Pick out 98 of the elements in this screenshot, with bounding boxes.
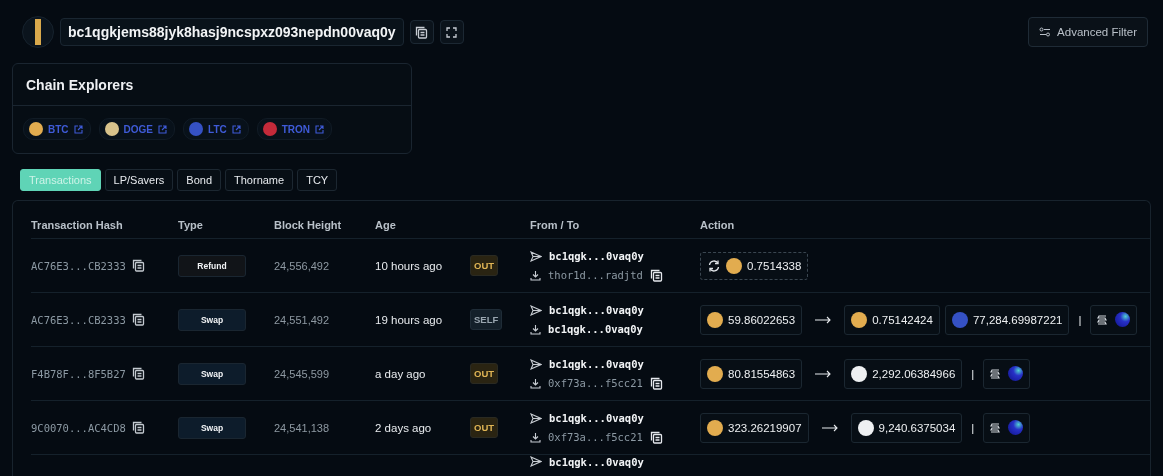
tab[interactable]: Thorname — [225, 169, 294, 191]
external-link-icon — [158, 124, 167, 134]
send-icon — [530, 412, 542, 424]
column-header: Age — [375, 219, 397, 231]
coin-icon — [707, 365, 723, 382]
separator-text: | — [970, 421, 976, 434]
copy-button[interactable] — [409, 20, 434, 44]
type-badge: Refund — [178, 254, 246, 277]
block-height[interactable]: 24,551,492 — [274, 313, 375, 326]
sliders-icon — [1039, 27, 1052, 37]
column-header: Block Height — [274, 219, 343, 231]
protocol-icon — [1097, 314, 1108, 325]
address-link[interactable]: thor1d...radjtd — [548, 269, 643, 281]
orb-icon — [1008, 366, 1024, 381]
external-link-icon — [231, 124, 241, 134]
wallet-address: bc1qgkjems88jyk8hasj9ncspxz093nepdn00vaq0y — [60, 18, 404, 46]
download-icon — [530, 377, 541, 389]
amount-text: 0.75142424 — [872, 313, 933, 326]
amount-text: 2,292.06384966 — [872, 367, 956, 380]
copy-icon[interactable] — [131, 259, 145, 272]
age-text: a day ago — [375, 367, 427, 380]
copy-icon[interactable] — [649, 376, 663, 390]
amount-text: 59.86022653 — [728, 313, 796, 326]
direction-badge: OUT — [470, 363, 499, 384]
coin-icon — [707, 311, 723, 328]
column-header: Action — [700, 219, 736, 231]
transaction-hash[interactable]: AC76E3...CB2333 — [31, 259, 126, 272]
coin-icon — [104, 122, 119, 136]
age-text: 10 hours ago — [375, 259, 444, 272]
copy-icon[interactable] — [649, 268, 663, 282]
advanced-filter-button[interactable]: Advanced Filter — [1028, 17, 1148, 47]
external-link-icon — [315, 124, 325, 134]
coin-icon — [29, 122, 43, 136]
type-badge: Swap — [178, 416, 246, 439]
download-icon — [530, 431, 541, 443]
coin-icon — [951, 311, 968, 328]
tab[interactable]: Bond — [177, 169, 221, 191]
separator-text: | — [970, 367, 976, 380]
address-link[interactable]: bc1qgk...0vaq0y — [549, 358, 644, 370]
copy-icon[interactable] — [649, 430, 663, 444]
column-header: From / To — [530, 219, 581, 231]
amount-text: 0.7514338 — [747, 259, 802, 272]
download-icon — [530, 323, 541, 335]
bar-icon — [35, 19, 41, 45]
copy-icon[interactable] — [415, 25, 429, 39]
address-link[interactable]: bc1qgk...0vaq0y — [549, 304, 644, 316]
block-height[interactable]: 24,545,599 — [274, 367, 375, 380]
coin-icon — [189, 122, 203, 136]
address-link[interactable]: 0xf73a...f5cc21 — [548, 431, 643, 443]
orb-icon — [1115, 312, 1131, 327]
type-badge: Swap — [178, 362, 246, 385]
amount-text: 323.26219907 — [728, 421, 802, 434]
download-icon — [530, 269, 541, 281]
direction-badge: OUT — [470, 417, 499, 438]
address-link[interactable]: bc1qgk...0vaq0y — [548, 323, 643, 335]
direction-badge: OUT — [470, 255, 499, 276]
coin-icon — [707, 419, 723, 436]
card-title: Chain Explorers — [13, 64, 411, 106]
age-text: 19 hours ago — [375, 313, 444, 326]
send-icon — [530, 304, 542, 316]
direction-badge: SELF — [470, 309, 503, 330]
coin-icon — [857, 419, 874, 436]
fullscreen-button[interactable] — [439, 20, 464, 44]
external-link-icon — [73, 124, 83, 134]
block-height[interactable]: 24,556,492 — [274, 259, 375, 272]
amount-text: 9,240.6375034 — [878, 421, 956, 434]
coin-icon — [851, 311, 868, 328]
orb-icon — [1008, 420, 1024, 435]
address-link[interactable]: bc1qgk...0vaq0y — [549, 455, 644, 468]
tab[interactable]: TCY — [297, 169, 338, 191]
expand-icon — [446, 26, 458, 38]
protocol-icon — [990, 422, 1001, 433]
coin-icon — [726, 257, 742, 274]
age-text: 2 days ago — [375, 421, 433, 434]
block-height[interactable]: 24,541,138 — [274, 421, 375, 434]
address-link[interactable]: bc1qgk...0vaq0y — [549, 250, 644, 262]
coin-icon — [262, 122, 277, 136]
separator-text: | — [1077, 313, 1083, 326]
send-icon — [530, 456, 542, 467]
address-link[interactable]: 0xf73a...f5cc21 — [548, 377, 643, 389]
address-link[interactable]: bc1qgk...0vaq0y — [549, 412, 644, 424]
coin-icon — [851, 365, 868, 382]
type-badge: Swap — [178, 308, 246, 331]
column-header: Type — [178, 219, 204, 231]
transaction-hash[interactable]: AC76E3...CB2333 — [31, 313, 126, 326]
copy-icon[interactable] — [131, 313, 145, 326]
amount-text: 77,284.69987221 — [972, 313, 1063, 326]
copy-icon[interactable] — [131, 421, 145, 434]
column-header: Transaction Hash — [31, 219, 124, 231]
copy-icon[interactable] — [131, 367, 145, 380]
amount-text: 80.81554863 — [728, 367, 796, 380]
refresh-icon — [707, 258, 721, 273]
send-icon — [530, 250, 542, 262]
transaction-hash[interactable]: F4B78F...8F5B27 — [31, 367, 126, 380]
transaction-hash[interactable]: 9C0070...AC4CD8 — [31, 421, 126, 434]
protocol-icon — [990, 368, 1001, 379]
send-icon — [530, 358, 542, 370]
tab[interactable]: LP/Savers — [104, 169, 174, 191]
